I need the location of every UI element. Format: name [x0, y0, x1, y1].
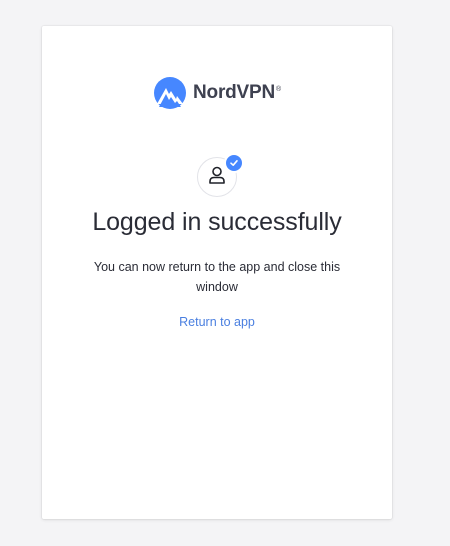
status-message: You can now return to the app and close …: [93, 260, 341, 294]
user-icon: [207, 165, 227, 190]
brand-header: NordVPN®: [42, 76, 392, 110]
return-to-app-link[interactable]: Return to app: [42, 315, 392, 329]
registered-mark: ®: [276, 85, 281, 93]
nordvpn-logo-icon: [153, 76, 187, 110]
user-avatar-container: [197, 155, 242, 197]
login-success-card: NordVPN® Logged in successfully You can …: [42, 26, 392, 519]
page-title: Logged in successfully: [92, 208, 342, 236]
brand-name: NordVPN®: [193, 82, 281, 103]
check-icon: [226, 155, 242, 171]
